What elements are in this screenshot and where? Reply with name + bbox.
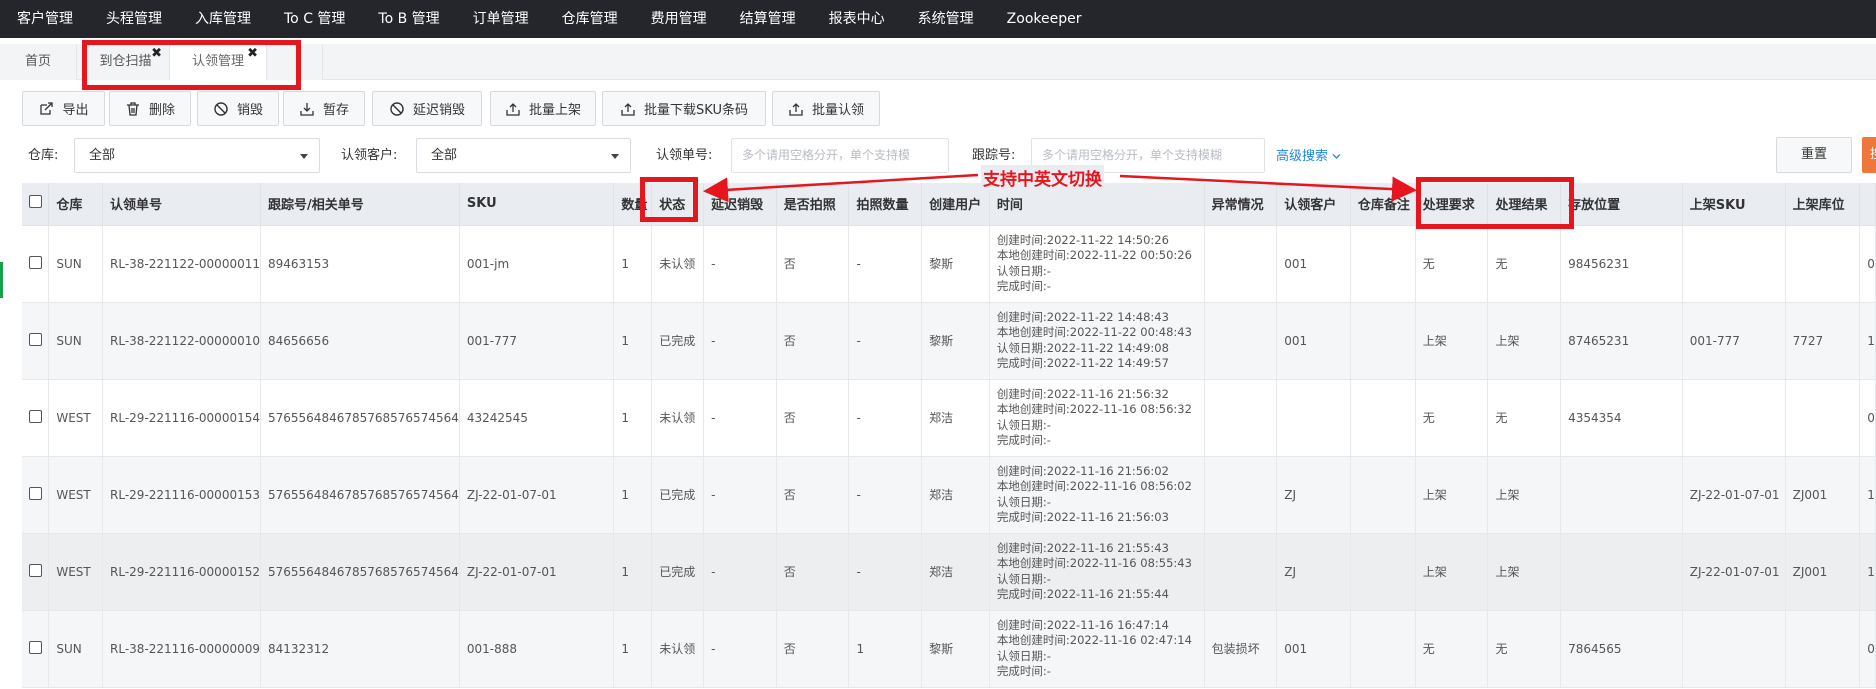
arrow-right [1119,174,1417,202]
annotation-text: 支持中英文切换 [981,165,1104,190]
annotation-arrows [703,173,1417,203]
arrow-left [703,173,979,203]
